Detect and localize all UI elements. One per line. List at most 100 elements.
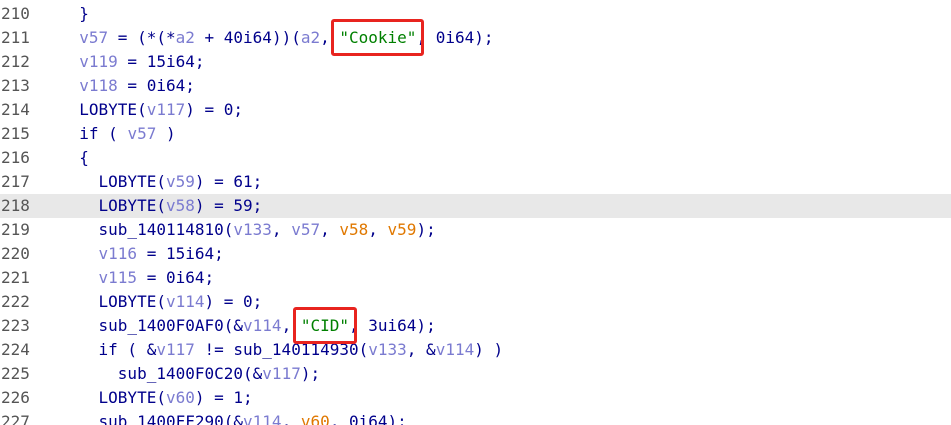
variable-token[interactable]: v114	[166, 292, 205, 311]
code-line[interactable]: 226 LOBYTE(v60) = 1;	[0, 386, 951, 410]
variable-token[interactable]: a2	[301, 28, 320, 47]
line-number: 217	[1, 172, 30, 191]
code-token: ,	[281, 412, 301, 425]
variable-token[interactable]: v118	[79, 76, 118, 95]
code-line[interactable]: 217 LOBYTE(v59) = 61;	[0, 170, 951, 194]
variable-token[interactable]: v57	[79, 28, 108, 47]
code-line[interactable]: 212 v119 = 15i64;	[0, 50, 951, 74]
line-number: 219	[1, 220, 30, 239]
variable-token[interactable]: v119	[79, 52, 118, 71]
code-token: ) = 0;	[185, 100, 244, 119]
code-text[interactable]: {	[60, 146, 89, 170]
code-text[interactable]: }	[60, 2, 89, 26]
line-number: 212	[1, 52, 30, 71]
code-line[interactable]: 221 v115 = 0i64;	[0, 266, 951, 290]
line-number: 210	[1, 4, 30, 23]
variable-token[interactable]: v114	[243, 412, 282, 425]
string-literal[interactable]: "CID"	[301, 316, 349, 335]
code-token: );	[416, 220, 436, 239]
variable-token[interactable]: v60	[301, 412, 330, 425]
code-text[interactable]: v116 = 15i64;	[60, 242, 224, 266]
code-token: }	[79, 4, 89, 23]
code-line[interactable]: 220 v116 = 15i64;	[0, 242, 951, 266]
code-token: if ( &	[98, 340, 157, 359]
pseudocode-view[interactable]: 210 } 211 v57 = (*(*a2 + 40i64))(a2, "Coo…	[0, 0, 951, 425]
code-text[interactable]: v115 = 0i64;	[60, 266, 215, 290]
variable-token[interactable]: v59	[388, 220, 417, 239]
code-token: ) = 1;	[194, 388, 253, 407]
code-text[interactable]: LOBYTE(v60) = 1;	[60, 386, 253, 410]
code-text[interactable]: if ( v57 )	[60, 122, 176, 146]
code-text[interactable]: LOBYTE(v58) = 59;	[60, 194, 263, 218]
code-token: sub_1400FF290(&	[98, 412, 244, 425]
line-number: 213	[1, 76, 30, 95]
variable-token[interactable]: v59	[166, 172, 195, 191]
variable-token[interactable]: v117	[262, 364, 301, 383]
code-token: sub_1400F0AF0(&	[98, 316, 244, 335]
code-line[interactable]: 219 sub_140114810(v133, v57, v58, v59);	[0, 218, 951, 242]
code-line[interactable]: 215 if ( v57 )	[0, 122, 951, 146]
code-text[interactable]: sub_1400F0C20(&v117);	[60, 362, 320, 386]
code-text[interactable]: sub_1400F0AF0(&v114, "CID", 3ui64);	[60, 314, 436, 338]
variable-token[interactable]: v58	[166, 196, 195, 215]
code-token: )	[156, 124, 176, 143]
code-token: ,	[320, 220, 340, 239]
code-token: {	[79, 148, 89, 167]
code-text[interactable]: sub_140114810(v133, v57, v58, v59);	[60, 218, 436, 242]
code-text[interactable]: v57 = (*(*a2 + 40i64))(a2, "Cookie", 0i6…	[60, 26, 493, 50]
code-line[interactable]: 213 v118 = 0i64;	[0, 74, 951, 98]
code-text[interactable]: LOBYTE(v117) = 0;	[60, 98, 243, 122]
line-number: 220	[1, 244, 30, 263]
code-token: LOBYTE(	[98, 388, 166, 407]
code-line[interactable]: 211 v57 = (*(*a2 + 40i64))(a2, "Cookie",…	[0, 26, 951, 50]
line-number: 226	[1, 388, 30, 407]
variable-token[interactable]: v133	[233, 220, 272, 239]
code-line[interactable]: 223 sub_1400F0AF0(&v114, "CID", 3ui64);	[0, 314, 951, 338]
code-line[interactable]: 227 sub_1400FF290(&v114, v60, 0i64);	[0, 410, 951, 425]
line-number: 221	[1, 268, 30, 287]
code-line[interactable]: 218 LOBYTE(v58) = 59;	[0, 194, 951, 218]
code-line[interactable]: 216 {	[0, 146, 951, 170]
variable-token[interactable]: a2	[176, 28, 195, 47]
variable-token[interactable]: v115	[99, 268, 138, 287]
variable-token[interactable]: v116	[99, 244, 138, 263]
variable-token[interactable]: v114	[436, 340, 475, 359]
code-line[interactable]: 210 }	[0, 2, 951, 26]
code-token: LOBYTE(	[98, 196, 166, 215]
string-literal[interactable]: "Cookie"	[339, 28, 416, 47]
line-number: 218	[1, 196, 30, 215]
code-token: ,	[320, 28, 340, 47]
variable-token[interactable]: v57	[127, 124, 156, 143]
code-text[interactable]: sub_1400FF290(&v114, v60, 0i64);	[60, 410, 407, 425]
code-token: ) = 59;	[194, 196, 263, 215]
variable-token[interactable]: v117	[147, 100, 186, 119]
variable-token[interactable]: v58	[339, 220, 368, 239]
variable-token[interactable]: v114	[243, 316, 282, 335]
line-number: 214	[1, 100, 30, 119]
code-line[interactable]: 224 if ( &v117 != sub_140114930(v133, &v…	[0, 338, 951, 362]
code-text[interactable]: v119 = 15i64;	[60, 50, 204, 74]
variable-token[interactable]: v57	[291, 220, 320, 239]
code-token: ,	[271, 220, 292, 239]
variable-token[interactable]: v117	[156, 340, 195, 359]
code-text[interactable]: v118 = 0i64;	[60, 74, 195, 98]
code-text[interactable]: if ( &v117 != sub_140114930(v133, &v114)…	[60, 338, 504, 362]
variable-token[interactable]: v133	[368, 340, 407, 359]
code-text[interactable]: LOBYTE(v114) = 0;	[60, 290, 263, 314]
variable-token[interactable]: v60	[166, 388, 195, 407]
code-token: ) )	[474, 340, 504, 359]
code-text[interactable]: LOBYTE(v59) = 61;	[60, 170, 263, 194]
code-token: , 3ui64);	[349, 316, 436, 335]
code-token: sub_1400F0C20(&	[117, 364, 263, 383]
code-line[interactable]: 214 LOBYTE(v117) = 0;	[0, 98, 951, 122]
code-line[interactable]: 222 LOBYTE(v114) = 0;	[0, 290, 951, 314]
code-line[interactable]: 225 sub_1400F0C20(&v117);	[0, 362, 951, 386]
